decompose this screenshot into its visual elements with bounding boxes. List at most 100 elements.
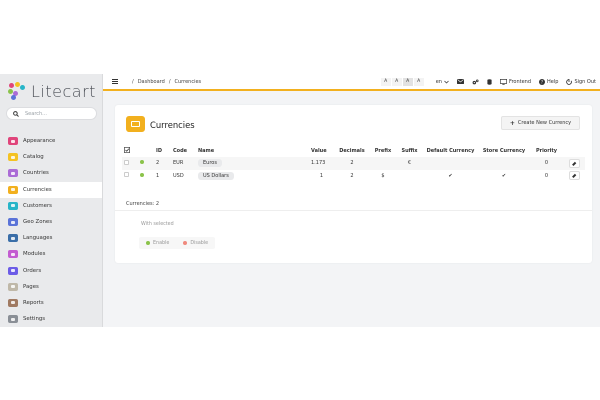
search-icon [13,110,19,117]
settings-button[interactable] [472,79,479,85]
text-size-small-button[interactable]: A [380,77,391,86]
sidebar-item-label: Pages [23,283,39,290]
column-header-decimals[interactable]: Decimals [334,145,370,157]
select-all-header[interactable] [122,145,138,157]
row-checkbox[interactable] [124,172,129,178]
cell-name-link[interactable]: US Dollars [198,171,234,180]
sidebar: Litecart Appearance Catalog Countries Cu… [0,74,103,327]
menu-toggle-icon[interactable] [112,79,118,84]
with-selected-label: With selected [141,222,174,227]
languages-icon [8,234,18,243]
check-square-icon [123,146,131,154]
text-size-xlarge-button[interactable]: A [413,77,424,86]
create-button-label: Create New Currency [517,120,572,126]
monitor-icon [499,78,507,85]
create-new-currency-button[interactable]: + Create New Currency [501,116,580,130]
logo-text: Litecart [31,81,96,101]
text-size-medium-button[interactable]: A [391,77,402,86]
disable-button[interactable]: Disable [176,241,215,246]
cell-suffix [396,170,423,183]
frontend-link[interactable]: Frontend [499,78,531,85]
cell-prefix: $ [381,172,385,179]
column-header-name[interactable]: Name [196,145,309,157]
cell-default-currency: ✔ [448,172,453,179]
cell-value: 1 [319,172,324,179]
logo[interactable]: Litecart [8,81,96,101]
database-button[interactable] [487,78,492,85]
search-box[interactable] [6,107,97,120]
sign-out-label: Sign Out [574,78,596,85]
column-header-code[interactable]: Code [171,145,196,157]
column-header-store-currency[interactable]: Store Currency [478,145,530,157]
sidebar-nav: Appearance Catalog Countries Currencies … [0,133,102,327]
sidebar-item-currencies[interactable]: Currencies [0,181,102,198]
sidebar-item-label: Modules [23,251,46,258]
sidebar-item-appearance[interactable]: Appearance [0,133,102,149]
cell-suffix: € [407,160,412,167]
customers-icon [8,201,18,210]
settings-icon [8,315,18,324]
currencies-table: ID Code Name Value Decimals Prefix Suffi… [122,145,585,182]
breadcrumb-separator: / [168,78,171,85]
row-checkbox[interactable] [124,159,129,165]
currency-icon [126,116,145,132]
geo-zones-icon [8,218,18,227]
cell-name-link[interactable]: Euros [198,159,222,168]
sidebar-item-label: Customers [23,202,52,209]
pencil-icon [572,161,576,166]
reports-icon [8,298,18,307]
sidebar-item-geo-zones[interactable]: Geo Zones [0,214,102,230]
table-header-row: ID Code Name Value Decimals Prefix Suffi… [122,145,585,157]
breadcrumb-dashboard[interactable]: Dashboard [138,79,165,85]
help-link[interactable]: ? Help [539,78,558,85]
divider [115,210,592,211]
catalog-icon [8,153,18,162]
sidebar-item-modules[interactable]: Modules [0,246,102,262]
cell-code: USD [173,172,184,179]
column-header-suffix[interactable]: Suffix [396,145,423,157]
enable-dot-icon [146,241,150,245]
text-size-large-button[interactable]: A [402,77,413,86]
sidebar-item-languages[interactable]: Languages [0,230,102,246]
search-input[interactable] [25,110,95,117]
cell-store-currency: ✔ [501,172,507,179]
edit-button[interactable] [568,171,580,181]
column-header-priority[interactable]: Priority [530,145,563,157]
sidebar-item-orders[interactable]: Orders [0,263,102,279]
cell-priority: 0 [544,160,549,167]
sidebar-item-customers[interactable]: Customers [0,198,102,214]
breadcrumb-separator: / [132,78,134,85]
edit-button[interactable] [568,158,580,168]
sidebar-item-label: Catalog [23,154,44,161]
cell-priority: 0 [544,172,549,179]
currencies-count: Currencies: 2 [126,201,160,207]
enable-button[interactable]: Enable [139,241,176,246]
column-header-id[interactable]: ID [154,145,171,157]
column-header-value[interactable]: Value [309,145,334,157]
page-title: Currencies [150,120,195,130]
column-header-default-currency[interactable]: Default Currency [423,145,478,157]
sidebar-item-catalog[interactable]: Catalog [0,149,102,165]
disable-dot-icon [183,241,188,245]
actions-header [563,145,585,157]
sidebar-item-countries[interactable]: Countries [0,165,102,181]
sidebar-item-label: Geo Zones [23,219,53,226]
mail-button[interactable] [456,79,464,84]
svg-text:?: ? [541,79,543,84]
enable-label: Enable [153,240,170,246]
sidebar-item-settings[interactable]: Settings [0,311,102,327]
column-header-prefix[interactable]: Prefix [370,145,396,157]
sidebar-item-label: Appearance [23,138,56,145]
sidebar-item-pages[interactable]: Pages [0,279,102,295]
language-select[interactable]: en [436,79,449,85]
sidebar-item-reports[interactable]: Reports [0,295,102,311]
language-value: en [435,78,442,85]
sign-out-icon [566,78,573,85]
orders-icon [8,266,18,275]
sidebar-item-label: Orders [23,267,42,274]
sign-out-link[interactable]: Sign Out [566,78,596,85]
logo-icon [8,82,26,100]
plus-icon: + [509,119,515,127]
sidebar-item-label: Languages [23,235,53,242]
sidebar-item-label: Countries [23,170,49,177]
